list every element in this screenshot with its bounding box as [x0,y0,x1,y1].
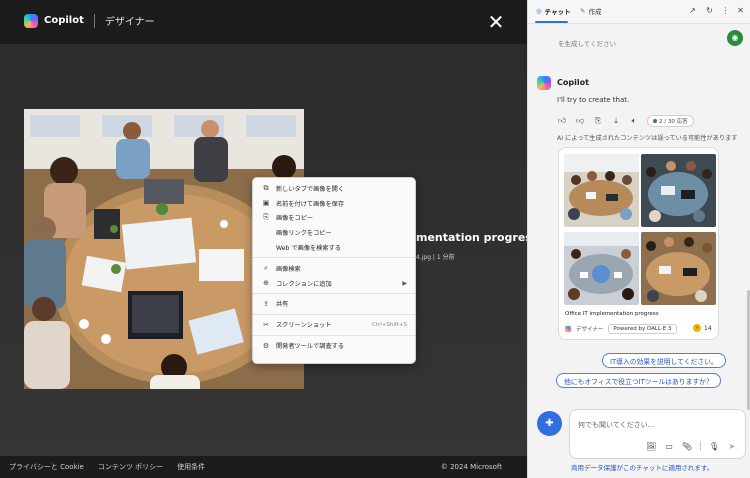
menu-search-web-for-image[interactable]: Web で画像を検索する [253,240,415,255]
new-tab-icon: ⧉ [263,183,269,192]
copy-image-icon: ⎘ [263,213,269,222]
devtools-icon: ⚙ [262,341,270,350]
image-thumbnail[interactable] [641,154,716,227]
open-external-icon[interactable]: ↗ [687,5,698,16]
input-tools: 🖼︎ ▭ 📎︎ 🎙︎ ➤ [646,441,737,451]
page-context-icon[interactable]: ▭ [664,442,674,451]
copy-icon[interactable]: ⎘ [593,116,603,126]
viewer-footer: プライバシーと Cookie コンテンツ ポリシー 使用条件 © 2024 Mi… [0,456,527,478]
divider [253,313,415,315]
suggestion-chip[interactable]: 他にもオフィスで役立つITツールはありますか？ [556,373,721,388]
save-icon: ▣ [262,199,270,208]
active-tab-indicator [535,21,568,23]
thumbs-up-icon[interactable]: 👍︎ [557,116,567,126]
ai-disclaimer: AI によって生成されたコンテンツは誤っている可能性があります [557,135,738,142]
speaker-icon[interactable]: 🔈︎ [629,116,639,126]
close-icon[interactable]: ✕ [487,12,505,32]
copilot-panel: ◎ チャット ✎ 作成 ↗ ↻ ⋮ ✕ を生成してください ◉ Copilot … [527,0,750,478]
divider [253,257,415,259]
copilot-reply: I'll try to create that. [557,96,630,104]
designer-logo-icon [565,326,571,332]
menu-save-image-as[interactable]: ▣ 名前を付けて画像を保存 [253,196,415,211]
menu-open-in-new-tab[interactable]: ⧉ 新しいタブで画像を開く [253,181,415,196]
compose-icon: ✎ [580,7,586,15]
message-actions: 👍︎ 👎︎ ⎘ ⤓ 🔈︎ 2 / 30 応答 [557,115,694,127]
context-menu: ⧉ 新しいタブで画像を開く ▣ 名前を付けて画像を保存 ⎘ 画像をコピー 画像リ… [252,177,416,364]
new-topic-button[interactable]: ✚ [537,411,562,436]
user-avatar-icon: ◉ [727,30,743,46]
boost-coin-icon: ⚡ [693,324,701,332]
thumbs-down-icon[interactable]: 👎︎ [575,116,585,126]
download-icon[interactable]: ⤓ [611,116,621,126]
menu-share[interactable]: ⇪ 共有 [253,297,415,312]
menu-screenshot[interactable]: ✂ スクリーンショット Ctrl+Shift+S [253,317,415,332]
card-footer: デザイナー Powered by DALL·E 3 [565,324,677,334]
thumbnail-illustration [641,232,716,305]
more-options-icon[interactable]: ⋮ [720,5,731,16]
content-policy-link[interactable]: コンテンツ ポリシー [98,462,163,472]
image-caption: Office IT implementation progress [565,311,659,317]
thumbnail-illustration [564,154,639,227]
brand-subtitle: デザイナー [104,17,155,28]
user-message-partial: を生成してください [558,40,617,48]
screenshot-icon: ✂ [263,320,269,329]
thumbnail-illustration [564,232,639,305]
boost-counter: ⚡ 14 [693,324,712,332]
designer-label: デザイナー [576,327,604,333]
microphone-icon[interactable]: 🎙︎ [709,442,719,451]
refresh-icon[interactable]: ↻ [704,5,715,16]
copyright: © 2024 Microsoft [440,463,502,471]
brand-name: Copilot [44,15,84,26]
response-counter: 2 / 30 応答 [647,115,694,127]
divider [700,441,701,451]
image-title: mentation progress [416,231,527,244]
divider [253,334,415,336]
divider [253,293,415,295]
menu-copy-image-link[interactable]: 画像リンクをコピー [253,225,415,240]
menu-copy-image[interactable]: ⎘ 画像をコピー [253,211,415,226]
menu-inspect-devtools[interactable]: ⚙ 開発者ツールで調査する [253,338,415,353]
copilot-logo-icon [537,76,551,90]
chevron-right-icon: ▶ [402,279,407,287]
thumbnail-illustration [641,154,716,227]
divider [93,13,95,28]
close-icon[interactable]: ✕ [735,5,746,16]
add-image-icon[interactable]: 🖼︎ [646,442,656,451]
chat-icon: ◎ [536,7,542,15]
status-dot-icon [653,119,657,123]
attach-icon[interactable]: 📎︎ [682,442,692,451]
image-thumbnail[interactable] [564,154,639,227]
menu-add-to-collections[interactable]: ⊕ コレクションに追加 ▶ [253,276,415,291]
privacy-link[interactable]: プライバシーと Cookie [9,462,84,472]
data-protection-notice[interactable]: 商用データ保護がこのチャットに適用されます。 [571,462,713,472]
viewer-header: Copilot デザイナー ✕ [0,0,527,44]
panel-tabs: ◎ チャット ✎ 作成 ↗ ↻ ⋮ ✕ [528,0,750,24]
copilot-logo-icon [24,13,38,28]
collections-icon: ⊕ [263,279,269,288]
chat-input[interactable]: 何でも聞いてください... 🖼︎ ▭ 📎︎ 🎙︎ ➤ [569,409,746,459]
image-thumbnail[interactable] [641,232,716,305]
send-icon[interactable]: ➤ [727,442,737,451]
copilot-name: Copilot [557,78,589,87]
menu-visual-search[interactable]: ⌕ 画像検索 [253,261,415,276]
chat-input-placeholder: 何でも聞いてください... [578,421,655,429]
share-icon: ⇪ [263,299,269,308]
visual-search-icon: ⌕ [264,263,268,272]
tab-chat[interactable]: ◎ チャット [536,6,571,16]
image-meta: 4.jpg | 1 分前 [416,254,455,261]
tab-compose[interactable]: ✎ 作成 [580,6,601,16]
suggestion-chip[interactable]: IT導入の効果を説明してください。 [602,353,726,368]
image-thumbnail[interactable] [564,232,639,305]
image-result-card: Office IT implementation progress デザイナー … [558,147,719,340]
brand: Copilot デザイナー [24,13,155,28]
powered-by-badge: Powered by DALL·E 3 [608,324,677,334]
terms-link[interactable]: 使用条件 [177,462,205,472]
shortcut-hint: Ctrl+Shift+S [372,321,407,328]
